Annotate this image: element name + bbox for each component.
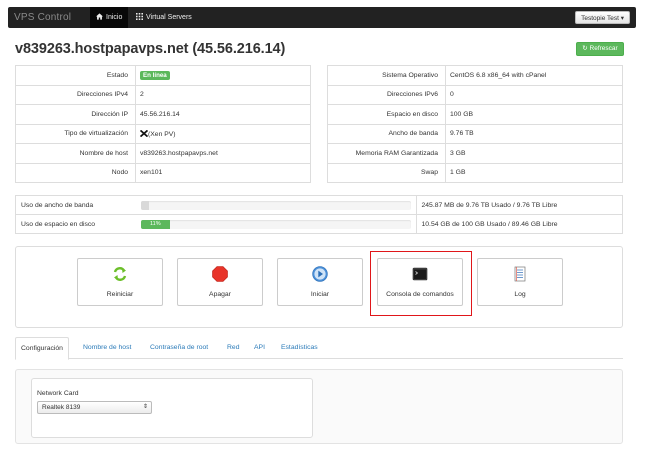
usage-value: 10.54 GB de 100 GB Usado / 89.46 GB Libr… — [415, 214, 623, 234]
info-row-swap: Swap 1 GB — [327, 162, 623, 183]
info-row-os: Sistema Operativo CentOS 6.8 x86_64 with… — [328, 65, 623, 85]
disk-progress-text: 11% — [150, 220, 161, 227]
bandwidth-progress-fill — [140, 200, 149, 210]
shutdown-label: Apagar — [209, 291, 231, 298]
status-badge: En línea — [140, 70, 170, 80]
nav-home-label: Inicio — [106, 14, 123, 21]
info-row-ip: Dirección IP 45.56.216.14 — [15, 104, 311, 124]
usage-row-disk: Uso de espacio en disco 11% 10.54 GB de … — [15, 214, 623, 234]
info-row-ram: Memoria RAM Garantizada 3 GB — [327, 143, 623, 163]
disk-progress-fill: 11% — [140, 219, 171, 229]
usage-label: Uso de espacio en disco — [15, 214, 136, 234]
info-value: (Xen PV) — [148, 130, 176, 138]
network-card-label: Network Card — [37, 390, 79, 397]
tab-estadisticas[interactable]: Estadísticas — [276, 337, 323, 359]
console-highlight-box — [370, 251, 472, 316]
page-title: v839263.hostpapavps.net (45.56.216.14) — [15, 41, 286, 57]
user-menu-dropdown[interactable]: Testopie Test ▾ — [575, 11, 630, 24]
refresh-label: Refrescar — [589, 45, 618, 52]
info-value: 9.76 TB — [445, 123, 623, 144]
info-label: Memoria RAM Garantizada — [327, 143, 446, 163]
nav-home[interactable]: Inicio — [90, 7, 129, 28]
shutdown-button[interactable]: Apagar — [177, 258, 263, 306]
navbar: VPS Control Inicio Virtual Servers Testo… — [8, 7, 636, 28]
info-value: v839263.hostpapavps.net — [135, 143, 311, 163]
info-label: Nodo — [15, 162, 136, 183]
home-icon — [96, 13, 103, 20]
bandwidth-progress — [140, 200, 411, 210]
info-label: Nombre de host — [15, 143, 136, 163]
tab-nombre-de-host[interactable]: Nombre de host — [78, 337, 136, 359]
info-value: CentOS 6.8 x86_64 with cPanel — [445, 65, 623, 85]
nav-virtual-servers-label: Virtual Servers — [146, 14, 192, 21]
info-label: Swap — [327, 162, 446, 183]
usage-label: Uso de ancho de banda — [21, 201, 94, 209]
info-row-hostname: Nombre de host v839263.hostpapavps.net — [15, 143, 311, 163]
stop-icon — [212, 266, 228, 282]
usage-table: Uso de ancho de banda 245.87 MB de 9.76 … — [15, 195, 623, 234]
info-label: Direcciones IPv4 — [15, 84, 136, 105]
info-row-bandwidth: Ancho de banda 9.76 TB — [327, 123, 623, 144]
info-value: 3 GB — [445, 143, 623, 163]
grid-icon — [136, 13, 143, 20]
info-value: 1 GB — [445, 162, 623, 183]
usage-value: 245.87 MB de 9.76 TB Usado / 9.76 TB Lib… — [415, 195, 623, 215]
start-button[interactable]: Iniciar — [277, 258, 363, 306]
server-info-table-right: Sistema Operativo CentOS 6.8 x86_64 with… — [327, 65, 623, 183]
info-value: 2 — [135, 84, 311, 105]
info-row-virtualization: Tipo de virtualización (Xen PV) — [15, 123, 311, 144]
tab-configuracion[interactable]: Configuración — [15, 337, 69, 360]
info-row-disk: Espacio en disco 100 GB — [327, 104, 623, 124]
usage-row-bandwidth: Uso de ancho de banda 245.87 MB de 9.76 … — [16, 195, 623, 215]
tab-contrasena-root[interactable]: Contraseña de root — [145, 337, 213, 359]
info-label: Sistema Operativo — [382, 71, 438, 79]
refresh-icon: ↻ — [582, 45, 588, 52]
brand-logo[interactable]: VPS Control — [14, 12, 71, 23]
start-label: Iniciar — [310, 291, 330, 298]
info-label: Ancho de banda — [327, 123, 446, 144]
network-card-select[interactable]: Realtek 8139 ⇕ — [37, 401, 152, 414]
disk-progress: 11% — [140, 219, 411, 229]
tab-red[interactable]: Red — [222, 337, 244, 359]
info-row-ipv4: Direcciones IPv4 2 — [15, 84, 311, 105]
info-label: Espacio en disco — [327, 104, 446, 124]
info-row-ipv6: Direcciones IPv6 0 — [327, 84, 623, 105]
info-label: Direcciones IPv6 — [327, 84, 446, 105]
refresh-button[interactable]: ↻ Refrescar — [576, 42, 624, 56]
xen-logo-icon — [139, 129, 149, 138]
restart-button[interactable]: Reiniciar — [77, 258, 163, 306]
info-value: xen101 — [135, 162, 311, 183]
log-label: Log — [514, 291, 526, 298]
info-value: 45.56.216.14 — [135, 104, 311, 124]
info-label: Dirección IP — [15, 104, 136, 124]
info-row-status: Estado En línea — [16, 65, 311, 85]
info-label: Tipo de virtualización — [15, 123, 136, 144]
nav-virtual-servers[interactable]: Virtual Servers — [130, 7, 198, 28]
restart-label: Reiniciar — [106, 291, 134, 298]
info-value: 100 GB — [445, 104, 623, 124]
play-icon — [312, 266, 328, 282]
info-row-node: Nodo xen101 — [15, 162, 311, 183]
log-icon — [514, 266, 526, 282]
log-button[interactable]: Log — [477, 258, 563, 306]
network-card-value: Realtek 8139 — [42, 404, 81, 411]
info-value: 0 — [445, 84, 623, 105]
server-info-table-left: Estado En línea Direcciones IPv4 2 Direc… — [15, 65, 311, 183]
select-arrows-icon: ⇕ — [142, 404, 148, 410]
restart-icon — [113, 267, 127, 281]
tab-api[interactable]: API — [249, 337, 270, 359]
settings-tabs: Configuración Nombre de host Contraseña … — [15, 337, 623, 360]
info-label: Estado — [106, 71, 128, 79]
user-menu-label: Testopie Test — [581, 15, 619, 22]
caret-down-icon: ▾ — [620, 15, 624, 22]
